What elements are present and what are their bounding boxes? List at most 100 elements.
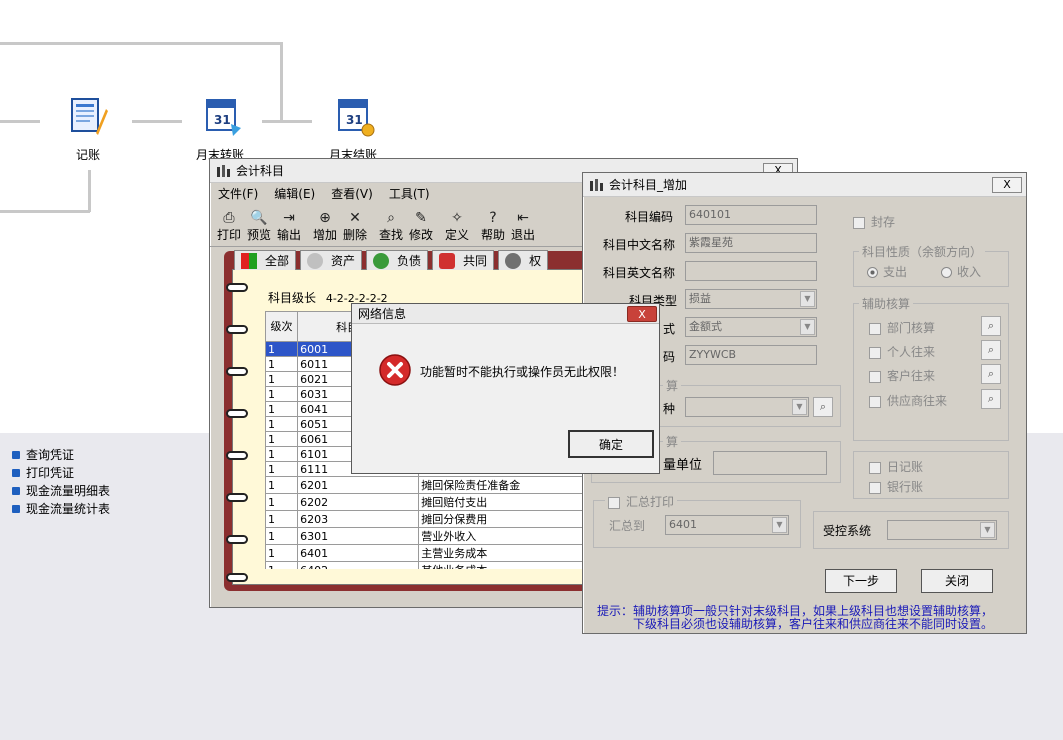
aux-personal[interactable]: 个人往来	[869, 343, 935, 360]
summary-to-select[interactable]: 6401 ▼	[665, 515, 789, 535]
dialog-close-button[interactable]: X	[627, 306, 657, 322]
code-label: 科目编码	[625, 210, 674, 224]
chevron-down-icon[interactable]: ▼	[980, 522, 995, 538]
menu-file[interactable]: 文件(F)	[218, 185, 258, 202]
tab-all[interactable]: 全部	[234, 250, 297, 270]
radio-icon[interactable]	[941, 267, 952, 278]
close-button[interactable]: X	[992, 177, 1022, 193]
radio-selected-icon[interactable]	[867, 267, 878, 278]
delete-button[interactable]: ✕ 删除	[340, 207, 370, 243]
preview-button[interactable]: 🔍 预览	[244, 207, 274, 243]
en-name-field[interactable]	[685, 261, 817, 281]
dept-search-icon[interactable]: ⌕	[981, 316, 1001, 336]
customer-search-icon[interactable]: ⌕	[981, 364, 1001, 384]
bank-checkbox[interactable]	[869, 481, 881, 494]
cell-level: 1	[265, 371, 299, 387]
customer-checkbox[interactable]	[869, 370, 881, 383]
calendar-coins-icon[interactable]: 31	[335, 94, 375, 138]
quantity-title: 算	[663, 433, 682, 450]
close-dialog-button[interactable]: 关闭	[921, 569, 993, 593]
flow-label-journal: 记账	[75, 148, 100, 162]
header-level[interactable]: 级次	[265, 311, 299, 342]
network-info-dialog: 网络信息 X 功能暂时不能执行或操作员无此权限！ 确定	[351, 303, 660, 474]
tab-equity[interactable]: 权	[498, 250, 549, 270]
find-button[interactable]: ⌕ 查找	[376, 207, 406, 243]
type-select[interactable]: 损益 ▼	[685, 289, 817, 309]
print-button[interactable]: ⎙ 打印	[214, 207, 244, 243]
ok-button[interactable]: 确定	[568, 430, 654, 458]
help-icon: ?	[489, 210, 497, 226]
code-field[interactable]: 640101	[685, 205, 817, 225]
menu-view[interactable]: 查看(V)	[331, 185, 373, 202]
foreign-currency-title: 算	[663, 377, 682, 394]
summary-print-title[interactable]: 汇总打印	[605, 493, 678, 510]
find-icon: ⌕	[387, 210, 395, 226]
exit-button[interactable]: ⇤ 退出	[508, 207, 538, 243]
cell-name: 营业外收入	[418, 527, 585, 545]
dialog-title: 网络信息	[358, 307, 407, 321]
supplier-search-icon[interactable]: ⌕	[981, 389, 1001, 409]
export-button[interactable]: ⇥ 输出	[274, 207, 304, 243]
personal-search-icon[interactable]: ⌕	[981, 340, 1001, 360]
aux-customer[interactable]: 客户往来	[869, 367, 935, 384]
link-print-voucher[interactable]: 打印凭证	[12, 464, 74, 481]
seal-checkbox[interactable]	[853, 216, 865, 229]
currency-search-icon[interactable]: ⌕	[813, 397, 833, 417]
bullet-icon	[12, 451, 20, 459]
table-row[interactable]: 1 6202 摊回赔付支出	[265, 493, 585, 511]
link-cashflow-stats[interactable]: 现金流量统计表	[12, 500, 110, 517]
tab-assets[interactable]: 资产	[300, 250, 363, 270]
radio-expense[interactable]: 支出	[867, 263, 907, 280]
currency-select[interactable]: ▼	[685, 397, 809, 417]
table-row[interactable]: 1 6401 主营业务成本	[265, 544, 585, 562]
currency-label: 种	[663, 402, 676, 416]
bank-checkbox-row[interactable]: 银行账	[869, 478, 923, 495]
next-button[interactable]: 下一步	[825, 569, 897, 593]
table-row[interactable]: 16402其他业务成本	[265, 561, 585, 569]
summary-print-checkbox[interactable]	[608, 496, 620, 509]
menu-tools[interactable]: 工具(T)	[389, 185, 430, 202]
personal-checkbox[interactable]	[869, 346, 881, 359]
tab-liabilities[interactable]: 负债	[366, 250, 429, 270]
format-label: 式	[663, 322, 676, 336]
cn-name-field[interactable]: 紫霞星苑	[685, 233, 817, 253]
chevron-down-icon[interactable]: ▼	[800, 319, 815, 335]
cell-level: 1	[265, 510, 299, 528]
dept-checkbox[interactable]	[869, 322, 881, 335]
journal-checkbox[interactable]	[869, 461, 881, 474]
chevron-down-icon[interactable]: ▼	[792, 399, 807, 415]
dialog-titlebar[interactable]: 网络信息	[352, 304, 659, 324]
add-button[interactable]: ⊕ 增加	[310, 207, 340, 243]
mnemonic-field[interactable]: ZYYWCB	[685, 345, 817, 365]
controlled-select[interactable]: ▼	[887, 520, 997, 540]
window-titlebar[interactable]: 会计科目_增加	[583, 173, 1026, 197]
seal-checkbox-row[interactable]: 封存	[853, 213, 895, 230]
menu-edit[interactable]: 编辑(E)	[274, 185, 315, 202]
aux-department[interactable]: 部门核算	[869, 319, 935, 336]
chevron-down-icon[interactable]: ▼	[800, 291, 815, 307]
format-select[interactable]: 金额式 ▼	[685, 317, 817, 337]
aux-supplier[interactable]: 供应商往来	[869, 392, 947, 409]
supplier-checkbox[interactable]	[869, 395, 881, 408]
cell-level: 1	[265, 527, 299, 545]
journal-icon[interactable]	[68, 95, 108, 139]
link-query-voucher[interactable]: 查询凭证	[12, 446, 74, 463]
journal-checkbox-row[interactable]: 日记账	[869, 458, 923, 475]
table-row[interactable]: 1 6201 摊回保险责任准备金	[265, 476, 585, 494]
link-cashflow-detail[interactable]: 现金流量明细表	[12, 482, 110, 499]
cell-code: 6301	[297, 527, 420, 545]
table-row[interactable]: 1 6301 营业外收入	[265, 527, 585, 545]
cn-name-label: 科目中文名称	[603, 238, 676, 252]
binder-ring	[226, 535, 248, 544]
calendar-icon[interactable]: 31	[203, 94, 243, 138]
exit-icon: ⇤	[517, 210, 529, 226]
chevron-down-icon[interactable]: ▼	[772, 517, 787, 533]
define-button[interactable]: ✧ 定义	[442, 207, 472, 243]
table-row[interactable]: 1 6203 摊回分保费用	[265, 510, 585, 528]
svg-text:31: 31	[346, 113, 363, 127]
unit-field[interactable]	[713, 451, 827, 475]
modify-button[interactable]: ✎ 修改	[406, 207, 436, 243]
tab-common[interactable]: 共同	[432, 250, 495, 270]
help-button[interactable]: ? 帮助	[478, 207, 508, 243]
radio-income[interactable]: 收入	[941, 263, 981, 280]
